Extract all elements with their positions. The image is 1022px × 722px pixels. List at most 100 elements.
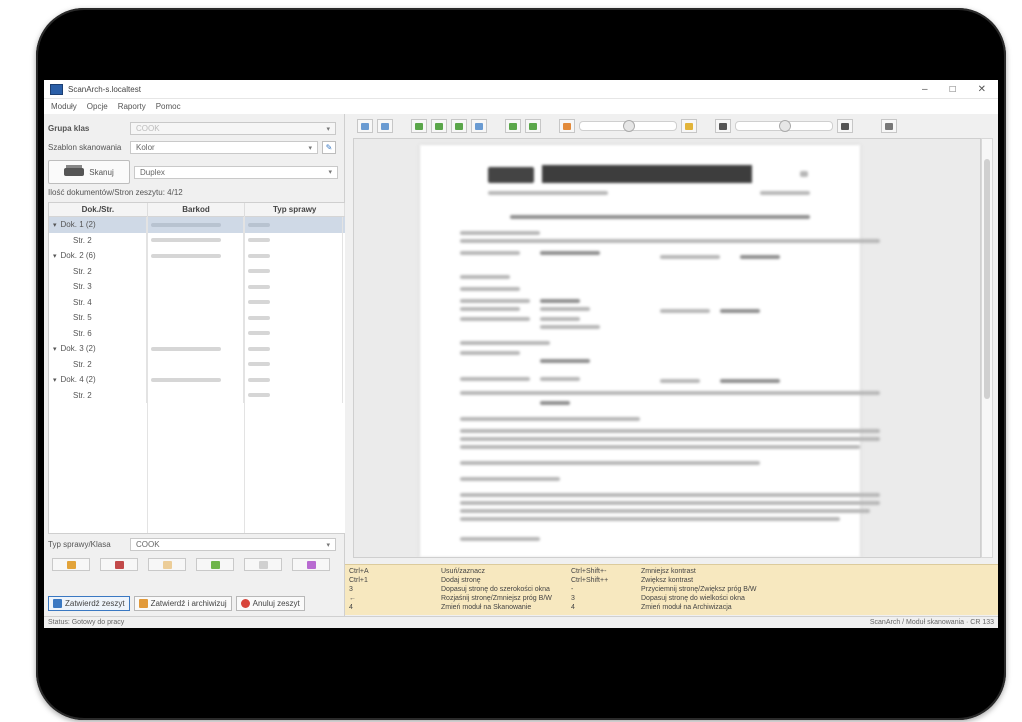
table-row[interactable]: Str. 3 (49, 279, 345, 295)
delete-page-button[interactable] (148, 558, 186, 571)
confirm-archive-label: Zatwierdź i archiwizuj (150, 599, 227, 608)
table-row[interactable]: Str. 2 (49, 232, 345, 248)
documents-table: Dok./Str. Barkod Typ sprawy ▾ Dok. 1 (2) S… (48, 202, 346, 534)
redacted-barcode (151, 377, 221, 382)
table-row[interactable]: ▾ Dok. 3 (2) (49, 341, 345, 357)
expand-toggle-icon[interactable]: ▾ (53, 376, 57, 384)
document-counter: Ilość dokumentów/Stron zeszytu: 4/12 (48, 188, 183, 197)
menu-moduly[interactable]: Moduły (51, 102, 77, 111)
edit-template-button[interactable]: ✎ (322, 141, 336, 154)
shortcut-description: Rozjaśnij stronę/Zmniejsz próg B/W (441, 595, 552, 602)
rotate-left-button[interactable] (505, 119, 521, 133)
menu-bar: Moduły Opcje Raporty Pomoc (44, 99, 998, 115)
delete-icon (162, 560, 172, 569)
zoom-out-icon (381, 122, 389, 130)
row-label: Dok. 4 (2) (60, 375, 96, 385)
expand-toggle-icon[interactable]: ▾ (53, 221, 57, 229)
menu-opcje[interactable]: Opcje (87, 102, 108, 111)
row-label-cell: Str. 2 (49, 356, 147, 372)
contrast-slider[interactable] (735, 120, 833, 132)
contrast-slider-knob[interactable] (779, 120, 791, 132)
chevron-down-icon: ▾ (308, 144, 312, 152)
confirm-archive-button[interactable]: Zatwierdź i archiwizuj (133, 596, 232, 611)
move-down-button[interactable] (100, 558, 138, 571)
row-label-cell: Str. 6 (49, 325, 147, 341)
scanner-icon (64, 165, 85, 176)
shortcut-key: Ctrl+1 (349, 577, 368, 584)
redacted-type (248, 300, 270, 305)
barcode-cell (147, 263, 244, 279)
fit-width-icon (435, 122, 443, 130)
group-select[interactable]: COOK ▾ (130, 122, 336, 135)
column-header-barcode[interactable]: Barkod (148, 203, 246, 216)
move-up-button[interactable] (52, 558, 90, 571)
fit-page-button[interactable] (451, 119, 467, 133)
column-header-doc[interactable]: Dok./Str. (49, 203, 148, 216)
cancel-batch-button[interactable]: Anuluj zeszyt (235, 596, 305, 611)
zoom-in-button[interactable] (357, 119, 373, 133)
table-row[interactable]: Str. 4 (49, 294, 345, 310)
contrast-icon (719, 122, 727, 130)
shortcut-description: Zmień moduł na Archiwizacja (641, 604, 732, 611)
status-bar: Status: Gotowy do pracy ScanArch / Moduł… (44, 616, 998, 628)
template-select[interactable]: Kolor ▾ (130, 141, 318, 154)
table-row[interactable]: Str. 2 (49, 356, 345, 372)
table-row[interactable]: Str. 2 (49, 387, 345, 403)
document-viewer[interactable] (353, 138, 981, 558)
brightness-slider[interactable] (579, 120, 677, 132)
status-module: ScanArch / Moduł skanowania · CR 133 (869, 619, 994, 626)
barcode-cell (147, 217, 244, 233)
scan-button[interactable]: Skanuj (48, 160, 130, 184)
redacted-type (248, 238, 270, 243)
split-button[interactable] (244, 558, 282, 571)
barcode-cell (147, 341, 244, 357)
shortcut-description: Zwiększ kontrast (641, 577, 694, 584)
fit-height-icon (415, 122, 423, 130)
rotate-left-icon (509, 122, 517, 130)
print-button[interactable] (881, 119, 897, 133)
menu-raporty[interactable]: Raporty (118, 102, 146, 111)
type-select[interactable]: COOK ▾ (130, 538, 336, 551)
table-row[interactable]: Str. 6 (49, 325, 345, 341)
contrast-down-button[interactable] (715, 119, 731, 133)
expand-toggle-icon[interactable]: ▾ (53, 345, 57, 353)
redacted-type (248, 315, 270, 320)
contrast-up-button[interactable] (837, 119, 853, 133)
close-button[interactable]: ✕ (978, 84, 986, 95)
row-label-cell: Str. 2 (49, 232, 147, 248)
type-cell (244, 279, 343, 295)
brightness-slider-knob[interactable] (623, 120, 635, 132)
brightness-down-button[interactable] (559, 119, 575, 133)
app-window: ScanArch-s.localtest – □ ✕ Moduły Opcje … (44, 80, 998, 628)
confirm-batch-button[interactable]: Zatwierdź zeszyt (48, 596, 130, 611)
redacted-barcode (151, 253, 221, 258)
template-select-value: Kolor (136, 143, 155, 152)
row-label: Str. 2 (73, 266, 92, 276)
fit-height-button[interactable] (411, 119, 427, 133)
expand-toggle-icon[interactable]: ▾ (53, 252, 57, 260)
fit-width-button[interactable] (431, 119, 447, 133)
duplex-select[interactable]: Duplex ▾ (134, 165, 338, 179)
zoom-out-button[interactable] (377, 119, 393, 133)
add-document-button[interactable] (196, 558, 234, 571)
table-row[interactable]: ▾ Dok. 2 (6) (49, 248, 345, 264)
minimize-button[interactable]: – (922, 84, 928, 95)
column-header-type[interactable]: Typ sprawy (245, 203, 345, 216)
table-row[interactable]: ▾ Dok. 1 (2) (49, 217, 345, 233)
table-row[interactable]: Str. 5 (49, 310, 345, 326)
type-label: Typ sprawy/Klasa (48, 540, 111, 549)
shortcut-key: Ctrl+Shift++ (571, 577, 609, 584)
rotate-right-button[interactable] (525, 119, 541, 133)
brightness-up-button[interactable] (681, 119, 697, 133)
menu-pomoc[interactable]: Pomoc (156, 102, 181, 111)
row-label: Dok. 2 (6) (60, 251, 96, 261)
redacted-type (248, 362, 270, 367)
table-row[interactable]: Str. 2 (49, 263, 345, 279)
viewer-scrollbar[interactable] (981, 138, 993, 558)
rotate-button[interactable] (292, 558, 330, 571)
maximize-button[interactable]: □ (950, 84, 956, 95)
actual-size-button[interactable] (471, 119, 487, 133)
row-label-cell: ▾ Dok. 2 (6) (49, 248, 147, 264)
table-row[interactable]: ▾ Dok. 4 (2) (49, 372, 345, 388)
type-cell (244, 248, 343, 264)
